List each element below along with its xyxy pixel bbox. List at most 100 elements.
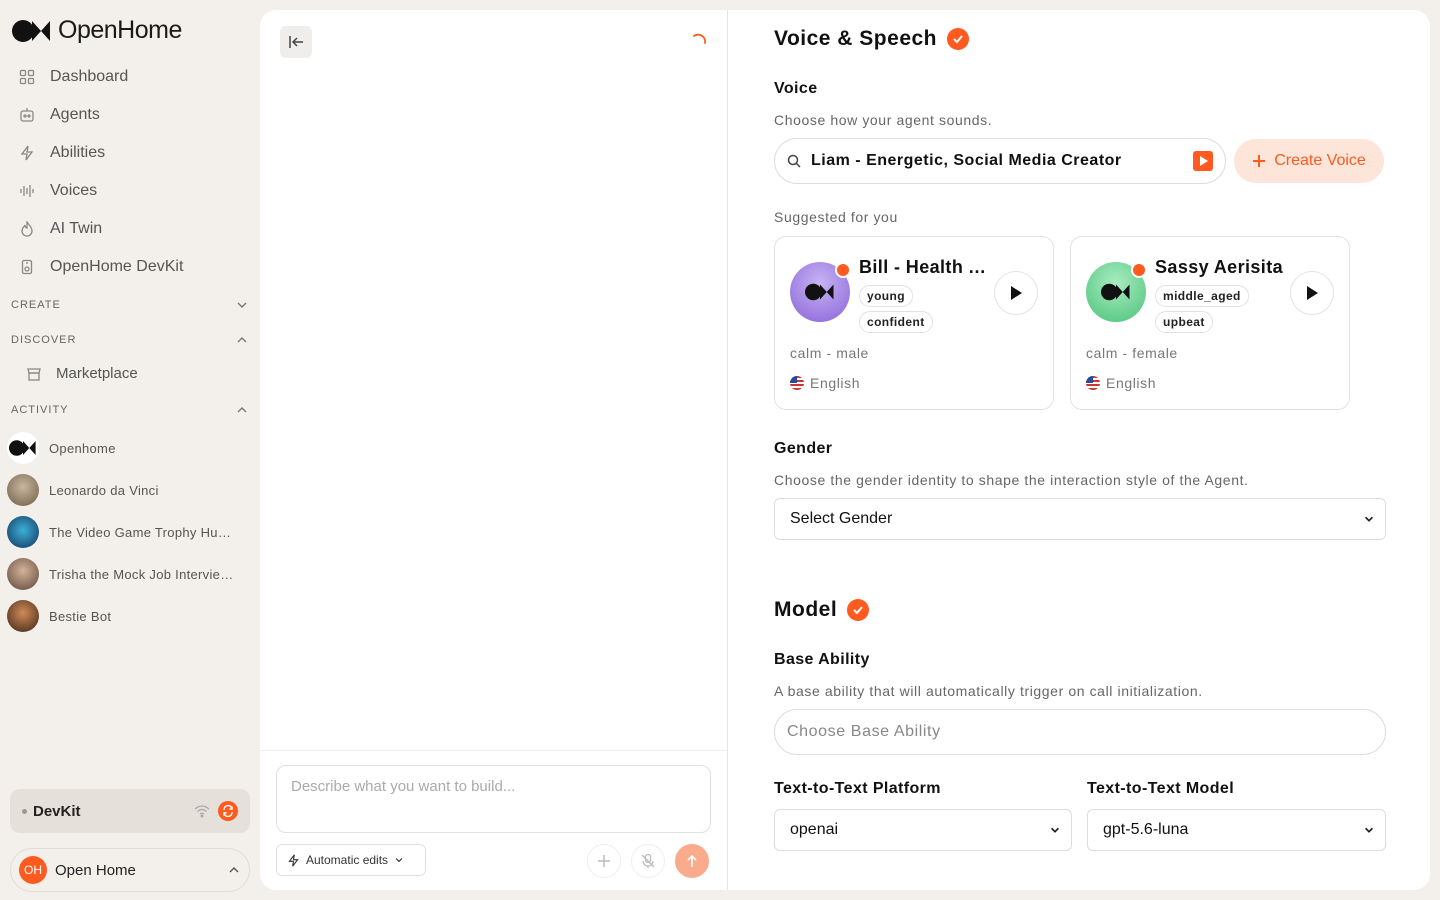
platform-label: Text-to-Text Platform (774, 780, 941, 797)
user-menu[interactable]: OH Open Home (10, 848, 250, 892)
suggested-label: Suggested for you (774, 209, 898, 225)
language-label: English (1106, 375, 1157, 391)
play-button[interactable] (994, 271, 1038, 315)
gender-help: Choose the gender identity to shape the … (774, 472, 1249, 488)
bolt-icon (18, 144, 36, 162)
voice-help: Choose how your agent sounds. (774, 112, 993, 128)
voice-tag: middle_aged (1155, 285, 1249, 307)
nav-label: Agents (50, 106, 100, 123)
section-discover[interactable]: DISCOVER (11, 333, 249, 347)
nav-item-ai-twin[interactable]: AI Twin (0, 210, 260, 248)
nav-item-agents[interactable]: Agents (0, 96, 260, 134)
avatar (7, 474, 39, 506)
voice-card[interactable]: Sassy Aerisita middle_aged upbeat calm -… (1070, 236, 1350, 410)
us-flag-icon (1086, 376, 1100, 390)
activity-item-leonardo[interactable]: Leonardo da Vinci (7, 474, 247, 506)
marketplace-label: Marketplace (56, 365, 138, 382)
create-voice-label: Create Voice (1274, 152, 1366, 169)
arrow-up-icon (687, 854, 697, 867)
activity-item-bestie-bot[interactable]: Bestie Bot (7, 600, 247, 632)
nav-label: OpenHome DevKit (50, 258, 184, 275)
play-icon (1307, 286, 1318, 300)
mic-off-icon (641, 853, 655, 868)
section-create[interactable]: CREATE (11, 298, 249, 312)
mute-mic-button[interactable] (631, 844, 665, 878)
bolt-icon (288, 853, 299, 867)
sidebar: OpenHome Dashboard Agents Abilities Voic… (0, 0, 260, 900)
check-badge-icon (847, 599, 870, 621)
devkit-status-bar[interactable]: DevKit (10, 789, 250, 833)
gender-select-value: Select Gender (790, 510, 893, 527)
base-ability-field (774, 709, 1386, 755)
voice-tag: young (859, 285, 913, 307)
section-activity[interactable]: ACTIVITY (11, 403, 249, 417)
nav-item-devkit[interactable]: OpenHome DevKit (0, 248, 260, 286)
openhome-logo-icon (12, 19, 50, 42)
model-select-value: gpt-5.6-luna (1103, 821, 1189, 838)
voice-card-desc: calm - female (1086, 345, 1178, 361)
nav-item-marketplace[interactable]: Marketplace (26, 365, 138, 382)
voice-tag: upbeat (1155, 311, 1213, 333)
chevron-up-icon (229, 867, 239, 873)
chevron-up-icon (237, 337, 247, 343)
voice-section-heading: Voice & Speech (774, 27, 970, 51)
voice-card-language: English (790, 375, 860, 391)
platform-select-value: openai (790, 821, 839, 838)
voice-search-input[interactable] (811, 152, 1183, 170)
play-voice-icon[interactable] (1193, 151, 1213, 171)
section-label: DISCOVER (11, 334, 77, 346)
section-label: ACTIVITY (11, 404, 69, 416)
nav-item-dashboard[interactable]: Dashboard (0, 58, 260, 96)
platform-select[interactable]: openai (774, 809, 1072, 851)
search-icon (787, 154, 801, 168)
brand-logo[interactable]: OpenHome (12, 16, 182, 45)
base-ability-input[interactable] (787, 723, 1373, 741)
nav-item-abilities[interactable]: Abilities (0, 134, 260, 172)
voice-card[interactable]: Bill - Health Advisor young confident ca… (774, 236, 1054, 410)
activity-item-trophy-hunter[interactable]: The Video Game Trophy Hunter (7, 516, 247, 548)
create-voice-button[interactable]: Create Voice (1234, 139, 1384, 183)
verified-badge-icon (1131, 262, 1147, 278)
activity-label: The Video Game Trophy Hunter (49, 524, 235, 540)
flame-icon (18, 220, 36, 238)
base-ability-help: A base ability that will automatically t… (774, 683, 1203, 699)
nav-item-voices[interactable]: Voices (0, 172, 260, 210)
collapse-left-icon (289, 36, 303, 48)
base-ability-label: Base Ability (774, 651, 870, 668)
send-button[interactable] (675, 844, 709, 878)
user-name: Open Home (55, 861, 136, 879)
voice-card-desc: calm - male (790, 345, 869, 361)
automatic-edits-dropdown[interactable]: Automatic edits (276, 844, 426, 876)
robot-icon (18, 106, 36, 124)
collapse-panel-button[interactable] (280, 26, 312, 58)
model-select[interactable]: gpt-5.6-luna (1087, 809, 1386, 851)
avatar (7, 516, 39, 548)
voice-card-name: Bill - Health Advisor (859, 257, 989, 277)
verified-badge-icon (835, 262, 851, 278)
language-label: English (810, 375, 861, 391)
add-attachment-button[interactable] (587, 844, 621, 878)
activity-item-trisha[interactable]: Trisha the Mock Job Interviewer (7, 558, 247, 590)
plus-icon (1253, 155, 1266, 167)
builder-panel: Automatic edits (260, 10, 728, 890)
brand-name: OpenHome (58, 16, 182, 44)
avatar (7, 600, 39, 632)
sync-icon[interactable] (218, 801, 238, 821)
prompt-box (276, 765, 711, 833)
nav-label: Abilities (50, 144, 106, 161)
wifi-icon (194, 805, 210, 818)
prompt-input[interactable] (291, 778, 696, 820)
section-label: CREATE (11, 299, 61, 311)
section-title: Voice & Speech (774, 27, 938, 50)
model-section-heading: Model (774, 598, 870, 622)
gender-select[interactable]: Select Gender (774, 498, 1386, 540)
chevron-down-icon (1050, 827, 1060, 833)
chevron-down-icon (237, 302, 247, 308)
voice-label: Voice (774, 80, 818, 97)
activity-item-openhome[interactable]: Openhome (7, 432, 247, 464)
play-button[interactable] (1290, 271, 1334, 315)
check-badge-icon (947, 28, 970, 50)
openhome-logo-icon (805, 283, 834, 301)
us-flag-icon (790, 376, 804, 390)
avatar (7, 432, 39, 464)
